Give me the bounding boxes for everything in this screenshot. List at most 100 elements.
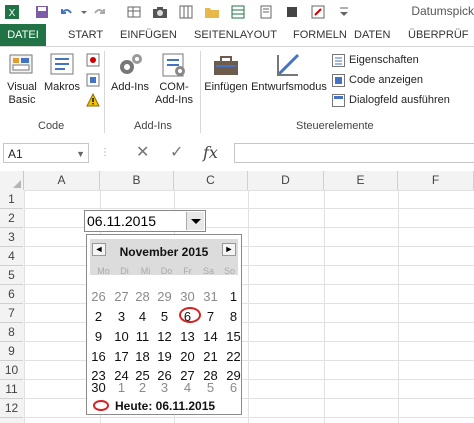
today-footer[interactable]: Heute: 06.11.2015 — [91, 398, 241, 414]
calendar-day[interactable]: 14 — [200, 328, 221, 346]
calendar-day[interactable]: 10 — [111, 328, 132, 346]
calendar-day[interactable]: 3 — [154, 379, 175, 397]
visual-basic-button[interactable]: Visual Basic — [4, 51, 40, 107]
row-header-9[interactable]: 9 — [0, 342, 23, 361]
com-addins-button[interactable]: COM- Add-Ins — [152, 51, 196, 107]
save-icon[interactable] — [34, 4, 50, 20]
tab-start[interactable]: START — [68, 24, 103, 46]
tab-insert[interactable]: EINFÜGEN — [120, 24, 177, 46]
calendar-day[interactable]: 20 — [177, 348, 198, 366]
calendar-day[interactable]: 17 — [111, 348, 132, 366]
name-box-value: A1 — [8, 147, 23, 161]
calendar-day[interactable]: 22 — [223, 348, 244, 366]
name-box[interactable]: A1 ▼ — [3, 143, 89, 163]
tab-review[interactable]: ÜBERPRÜF — [408, 24, 469, 46]
row-header-12[interactable]: 12 — [0, 399, 23, 418]
calendar-day[interactable]: 29 — [154, 288, 175, 306]
tab-page-layout[interactable]: SEITENLAYOUT — [194, 24, 277, 46]
calendar-day[interactable]: 4 — [132, 308, 153, 326]
tab-data[interactable]: DATEN — [354, 24, 390, 46]
calendar-day[interactable]: 6 — [223, 379, 244, 397]
calendar-day[interactable]: 30 — [177, 288, 198, 306]
tab-formulas[interactable]: FORMELN — [293, 24, 347, 46]
run-dialog-button[interactable]: Dialogfeld ausführen — [332, 91, 450, 109]
spreadsheet-icon[interactable] — [230, 4, 246, 20]
addins-button[interactable]: Add-Ins — [108, 51, 152, 94]
calendar-day[interactable]: 28 — [132, 288, 153, 306]
date-combo-value[interactable]: 06.11.2015 — [87, 213, 156, 229]
row-header-1[interactable]: 1 — [0, 190, 23, 209]
row-header-11[interactable]: 11 — [0, 380, 23, 399]
calendar-day[interactable]: 30 — [88, 379, 109, 397]
calendar-day[interactable]: 16 — [88, 348, 109, 366]
function-icon[interactable]: fx — [203, 143, 218, 163]
calendar-day[interactable]: 21 — [200, 348, 221, 366]
form-icon[interactable] — [258, 4, 274, 20]
column-header-d[interactable]: D — [248, 171, 324, 190]
column-header-c[interactable]: C — [174, 171, 248, 190]
view-code-button[interactable]: Code anzeigen — [332, 71, 423, 89]
properties-button[interactable]: Eigenschaften — [332, 51, 419, 69]
dropdown-arrow-icon[interactable] — [186, 212, 204, 230]
qat-more-icon[interactable] — [336, 4, 352, 20]
record-macro-icon[interactable] — [86, 53, 100, 70]
calendar-day[interactable]: 13 — [177, 328, 198, 346]
folder-icon[interactable] — [204, 4, 220, 20]
calendar-day[interactable]: 1 — [223, 288, 244, 306]
formula-input[interactable] — [234, 143, 474, 163]
table-icon[interactable] — [126, 4, 142, 20]
code-group-label: Code — [38, 120, 65, 132]
relative-reference-icon[interactable] — [86, 73, 100, 90]
properties-label: Eigenschaften — [349, 54, 419, 66]
row-header-2[interactable]: 2 — [0, 209, 23, 228]
undo-icon[interactable] — [58, 4, 74, 20]
chevron-down-icon[interactable]: ▼ — [76, 144, 85, 164]
row-header-6[interactable]: 6 — [0, 285, 23, 304]
camera-icon[interactable] — [152, 4, 168, 20]
cancel-icon[interactable]: ✕ — [136, 143, 149, 163]
calendar-day[interactable]: 15 — [223, 328, 244, 346]
macros-button[interactable]: Makros — [42, 51, 82, 94]
row-header-10[interactable]: 10 — [0, 361, 23, 380]
calendar-day[interactable]: 4 — [177, 379, 198, 397]
column-header-a[interactable]: A — [24, 171, 100, 190]
macro-security-icon[interactable] — [86, 92, 100, 110]
calendar-day[interactable]: 26 — [88, 288, 109, 306]
tab-file[interactable]: DATEI — [0, 24, 46, 46]
calendar-day[interactable]: 27 — [111, 288, 132, 306]
calendar-day[interactable]: 2 — [88, 308, 109, 326]
calendar-day[interactable]: 12 — [154, 328, 175, 346]
calendar-day[interactable]: 5 — [154, 308, 175, 326]
row-header-3[interactable]: 3 — [0, 228, 23, 247]
undo-dropdown-icon[interactable] — [76, 4, 92, 20]
row-header-7[interactable]: 7 — [0, 304, 23, 323]
calendar-day[interactable]: 5 — [200, 379, 221, 397]
form-edit-icon[interactable] — [310, 4, 326, 20]
row-header-5[interactable]: 5 — [0, 266, 23, 285]
calendar-day[interactable]: 11 — [132, 328, 153, 346]
select-all-corner[interactable] — [0, 171, 24, 190]
date-combo-box[interactable]: 06.11.2015 — [84, 210, 206, 232]
enter-icon[interactable]: ✓ — [170, 143, 183, 163]
design-mode-button[interactable]: Entwurfsmodus — [250, 51, 328, 94]
redo-icon[interactable] — [92, 4, 108, 20]
column-header-f[interactable]: F — [398, 171, 474, 190]
next-month-button[interactable]: ► — [222, 243, 236, 256]
calendar-day[interactable]: 7 — [200, 308, 221, 326]
stop-icon[interactable] — [284, 4, 300, 20]
column-header-b[interactable]: B — [100, 171, 174, 190]
calendar-day[interactable]: 2 — [132, 379, 153, 397]
row-header-8[interactable]: 8 — [0, 323, 23, 342]
calendar-day[interactable]: 3 — [111, 308, 132, 326]
calendar-day[interactable]: 8 — [223, 308, 244, 326]
calendar-day[interactable]: 18 — [132, 348, 153, 366]
insert-control-button[interactable]: Einfügen — [203, 51, 249, 94]
calendar-day[interactable]: 1 — [111, 379, 132, 397]
calendar-day[interactable]: 19 — [154, 348, 175, 366]
calendar-day[interactable]: 31 — [200, 288, 221, 306]
grid-icon[interactable] — [178, 4, 194, 20]
column-header-e[interactable]: E — [324, 171, 398, 190]
calendar-day[interactable]: 9 — [88, 328, 109, 346]
row-header-4[interactable]: 4 — [0, 247, 23, 266]
gears-icon — [115, 51, 145, 79]
